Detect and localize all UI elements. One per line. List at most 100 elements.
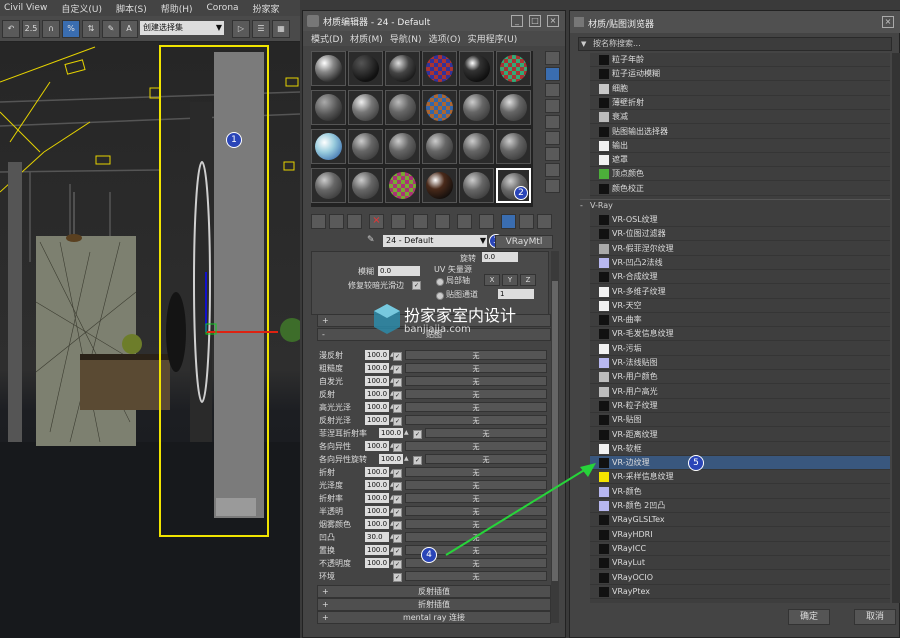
browser-map-item[interactable]: VRayOCIO xyxy=(590,571,890,585)
material-name-field[interactable]: 24 - Default ▼ xyxy=(383,235,487,247)
percent-snap-icon[interactable]: % xyxy=(62,20,80,38)
map-slot-button[interactable]: 无 xyxy=(405,363,547,373)
browser-map-item[interactable]: VR-凹凸2法线 xyxy=(590,256,890,270)
menu-corona[interactable]: Corona xyxy=(207,3,239,13)
map-amount-spinner[interactable]: 100.0 xyxy=(365,493,389,503)
material-slot[interactable] xyxy=(422,51,457,86)
material-slot[interactable] xyxy=(348,129,383,164)
show-shaded-material-icon[interactable] xyxy=(479,214,494,229)
material-slot[interactable] xyxy=(496,129,531,164)
browser-map-item[interactable]: VR-假菲涅尔纹理 xyxy=(590,242,890,256)
material-slot[interactable] xyxy=(496,90,531,125)
map-enable-checkbox[interactable]: ✓ xyxy=(413,430,422,439)
map-enable-checkbox[interactable]: ✓ xyxy=(393,534,402,543)
menu-material[interactable]: 材质(M) xyxy=(350,32,383,45)
material-slot[interactable] xyxy=(459,168,494,203)
map-slot-button[interactable]: 无 xyxy=(405,441,547,451)
go-to-parent-icon[interactable] xyxy=(519,214,534,229)
material-slot[interactable] xyxy=(385,90,420,125)
put-to-library-icon[interactable] xyxy=(435,214,450,229)
video-color-check-icon[interactable] xyxy=(545,115,560,129)
material-slot[interactable] xyxy=(385,129,420,164)
map-amount-spinner[interactable]: 100.0 xyxy=(365,506,389,516)
browser-map-item[interactable]: VR-法线贴图 xyxy=(590,356,890,370)
browser-map-item[interactable]: VR-合成纹理 xyxy=(590,270,890,285)
edit-named-selection-icon[interactable]: ✎ xyxy=(102,20,120,38)
browser-map-item[interactable]: 贴图输出选择器 xyxy=(590,125,890,139)
browser-map-item[interactable]: VR-贴图 xyxy=(590,413,890,428)
menu-mode[interactable]: 模式(D) xyxy=(311,32,343,45)
browser-map-item[interactable]: VRayPtex xyxy=(590,585,890,599)
material-slot[interactable] xyxy=(348,51,383,86)
browser-map-item[interactable]: 颜色校正 xyxy=(590,182,890,196)
y-axis-button[interactable]: Y xyxy=(502,274,518,286)
menu-banjiajia[interactable]: 扮家家 xyxy=(253,2,280,15)
map-channel-spinner[interactable]: 1 xyxy=(498,289,534,299)
browser-map-item[interactable]: VR-位图过滤器 xyxy=(590,227,890,242)
map-amount-spinner[interactable]: 100.0 xyxy=(379,428,403,438)
browser-map-item[interactable]: VR-用户颜色 xyxy=(590,370,890,385)
browser-map-item[interactable]: VR-用户高光 xyxy=(590,385,890,399)
browser-map-item[interactable]: VR-OSL纹理 xyxy=(590,213,890,227)
spinner-snap-icon[interactable]: ⇅ xyxy=(82,20,100,38)
browser-map-item[interactable]: VR-采样信息纹理 xyxy=(590,470,890,485)
menu-customize[interactable]: 自定义(U) xyxy=(61,2,102,15)
mental-ray-connection-rollout[interactable]: + mental ray 连接 xyxy=(317,611,551,624)
menu-options[interactable]: 选项(O) xyxy=(429,32,461,45)
angle-snap-button[interactable]: 2.5 xyxy=(22,20,40,38)
browser-map-item[interactable]: 顶点颜色 xyxy=(590,167,890,182)
z-axis-button[interactable]: Z xyxy=(520,274,536,286)
material-slot[interactable] xyxy=(311,168,346,203)
map-enable-checkbox[interactable]: ✓ xyxy=(393,547,402,556)
material-slot[interactable] xyxy=(459,129,494,164)
material-slot[interactable] xyxy=(311,129,346,164)
map-enable-checkbox[interactable]: ✓ xyxy=(393,469,402,478)
map-enable-checkbox[interactable]: ✓ xyxy=(393,573,402,582)
map-enable-checkbox[interactable]: ✓ xyxy=(393,365,402,374)
map-amount-spinner[interactable]: 100.0 xyxy=(365,558,389,568)
material-slot[interactable] xyxy=(422,168,457,203)
map-amount-spinner[interactable]: 100.0 xyxy=(365,363,389,373)
material-slot[interactable] xyxy=(311,90,346,125)
x-axis-button[interactable]: X xyxy=(484,274,500,286)
layer-icon[interactable]: ▦ xyxy=(272,20,290,38)
map-slot-button[interactable]: 无 xyxy=(405,415,547,425)
vray-group-header[interactable]: - V-Ray xyxy=(580,199,890,212)
browser-map-item[interactable]: VR-软框 xyxy=(590,442,890,456)
magnet-snap-icon[interactable]: ∩ xyxy=(42,20,60,38)
mirror-icon[interactable]: ▷ xyxy=(232,20,250,38)
spinner-arrows-icon[interactable]: ▲ xyxy=(404,454,409,464)
cancel-button[interactable]: 取消 xyxy=(854,609,896,625)
menu-help[interactable]: 帮助(H) xyxy=(161,2,193,15)
backlight-icon[interactable] xyxy=(545,67,560,81)
fix-dark-edges-checkbox[interactable]: ✓ xyxy=(412,281,421,290)
map-enable-checkbox[interactable]: ✓ xyxy=(393,521,402,530)
material-type-button[interactable]: VRayMtl xyxy=(495,235,553,249)
map-amount-spinner[interactable]: 100.0 xyxy=(365,441,389,451)
map-enable-checkbox[interactable]: ✓ xyxy=(393,391,402,400)
browser-map-item[interactable]: VR-边纹理 xyxy=(590,456,890,471)
material-slot[interactable] xyxy=(422,129,457,164)
map-amount-spinner[interactable]: 30.0 xyxy=(365,532,389,542)
chevron-down-icon[interactable]: ▼ xyxy=(581,38,586,50)
map-enable-checkbox[interactable]: ✓ xyxy=(393,417,402,426)
material-slot[interactable] xyxy=(348,90,383,125)
browser-map-item[interactable]: 薄壁折射 xyxy=(590,96,890,110)
map-amount-spinner[interactable]: 100.0 xyxy=(365,519,389,529)
menu-utilities[interactable]: 实用程序(U) xyxy=(468,32,518,45)
local-axis-radio[interactable] xyxy=(436,278,444,286)
close-icon[interactable]: × xyxy=(882,16,894,28)
refract-interpolation-rollout[interactable]: + 折射插值 xyxy=(317,598,551,611)
browser-map-item[interactable]: VRayHDRI xyxy=(590,528,890,542)
blur-spinner[interactable]: 0.0 xyxy=(378,266,420,276)
map-enable-checkbox[interactable]: ✓ xyxy=(413,456,422,465)
browser-map-item[interactable]: VR-污垢 xyxy=(590,342,890,356)
options-icon[interactable] xyxy=(545,147,560,161)
map-enable-checkbox[interactable]: ✓ xyxy=(393,443,402,452)
browser-map-item[interactable]: VR-颜色 xyxy=(590,485,890,499)
material-slot[interactable] xyxy=(459,51,494,86)
material-editor-title-bar[interactable]: 材质编辑器 - 24 - Default _ □ × xyxy=(303,11,565,31)
go-forward-to-sibling-icon[interactable] xyxy=(537,214,552,229)
map-enable-checkbox[interactable]: ✓ xyxy=(393,560,402,569)
maximize-icon[interactable]: □ xyxy=(529,15,541,27)
